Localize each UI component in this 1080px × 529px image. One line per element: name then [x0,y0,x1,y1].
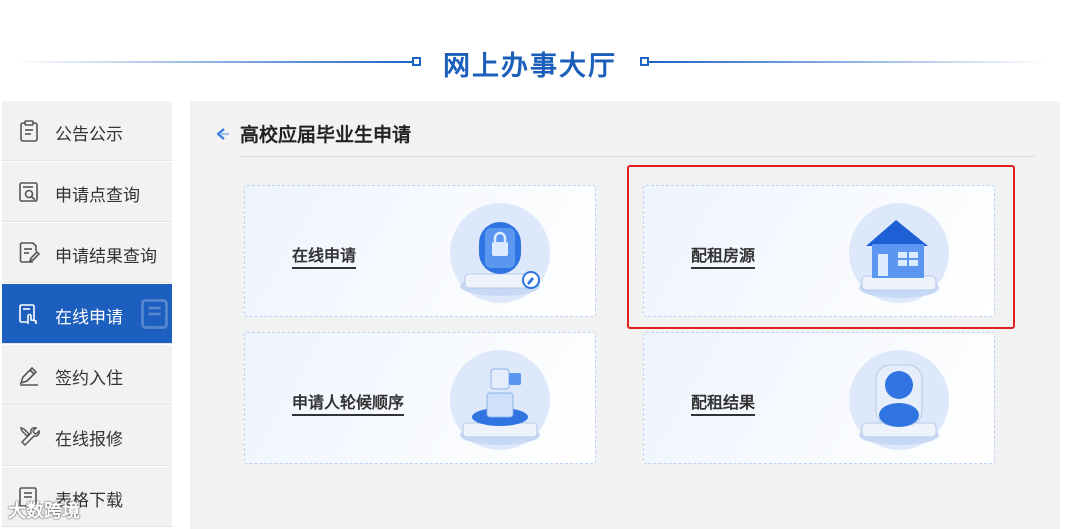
sidebar-item-label: 在线申请 [55,308,123,328]
header-decor-line-left [15,61,415,63]
card-online-application[interactable]: 在线申请 [244,185,596,317]
section-title: 高校应届毕业生申请 [240,124,412,146]
sidebar-item-online-repair[interactable]: 在线报修 [2,406,172,466]
sidebar-item-label: 申请点查询 [55,186,140,206]
back-arrow-icon[interactable] [215,126,231,142]
card-applicant-queue-order[interactable]: 申请人轮候顺序 [244,332,596,464]
page-header: 网上办事大厅 [0,0,1080,100]
header-decor-node-left [412,57,421,66]
card-label: 申请人轮候顺序 [292,389,405,416]
card-label: 配租房源 [691,242,756,269]
card-label: 配租结果 [691,389,756,416]
sidebar: 公告公示 申请点查询 申请结果查询 在线申请 签约入住 在线报修 表格下载 [0,101,172,529]
sidebar-item-online-application[interactable]: 在线申请 [2,284,172,344]
page-title: 网上办事大厅 [443,51,617,82]
sidebar-item-application-point-query[interactable]: 申请点查询 [2,162,172,222]
card-rental-housing[interactable]: 配租房源 [643,185,995,317]
sidebar-item-label: 申请结果查询 [55,247,157,267]
card-label: 在线申请 [292,242,357,269]
sidebar-item-result-query[interactable]: 申请结果查询 [2,223,172,283]
watermark-text: 大数跨境 [8,501,80,522]
card-allocation-result[interactable]: 配租结果 [643,332,995,464]
notice-clipboard-icon [20,120,38,142]
search-document-icon [19,182,38,202]
lock-device-icon [450,203,550,303]
sidebar-item-notices[interactable]: 公告公示 [2,101,172,161]
section-divider [240,156,1035,157]
person-avatar-icon [849,350,949,450]
sidebar-item-label: 公告公示 [55,125,123,145]
edit-document-icon [19,242,41,263]
stacked-cubes-icon [450,350,550,450]
house-icon [849,203,949,303]
sidebar-item-label: 签约入住 [55,369,123,389]
wrench-tools-icon [19,426,40,447]
sidebar-item-sign-move-in[interactable]: 签约入住 [2,345,172,405]
sign-pen-icon [19,366,38,386]
sidebar-item-label: 在线报修 [55,430,123,450]
document-watermark-icon [141,299,168,329]
hand-click-document-icon [19,304,37,324]
header-decor-line-right [648,61,1048,63]
